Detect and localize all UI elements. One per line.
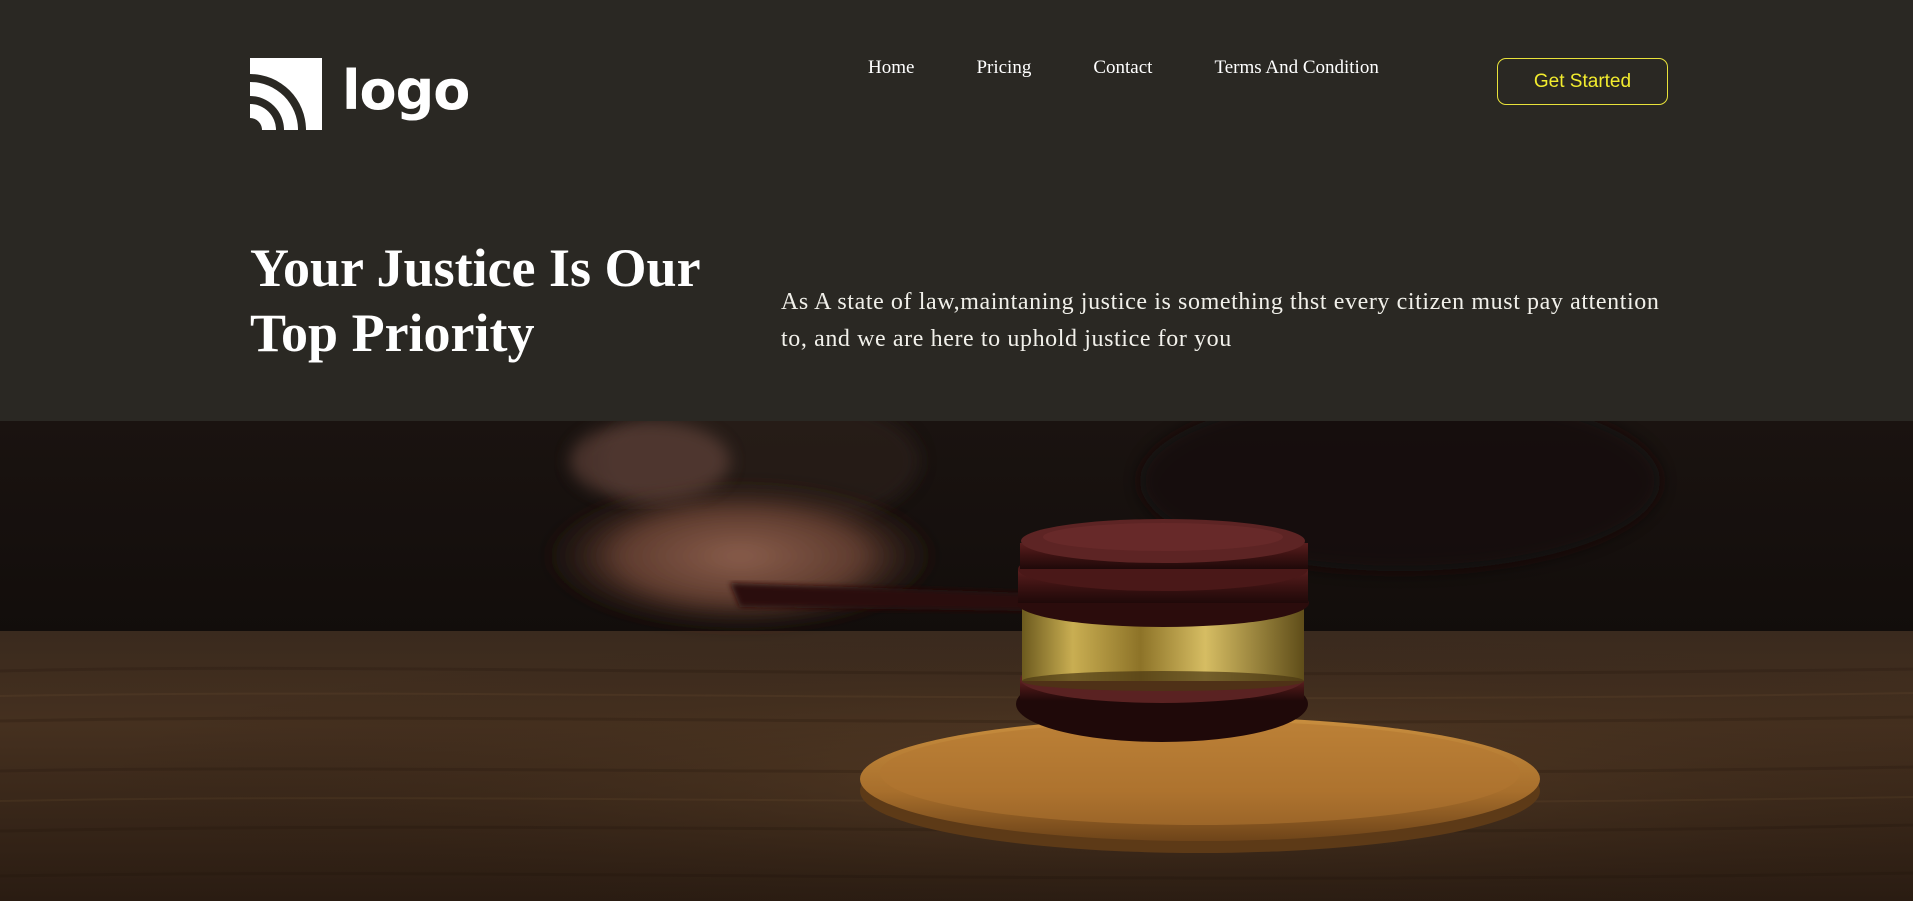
brand-logo[interactable]: logo	[250, 58, 470, 130]
logo-text: logo	[342, 59, 470, 122]
get-started-button[interactable]: Get Started	[1497, 58, 1668, 105]
gavel-illustration	[0, 421, 1913, 901]
hero-gavel-image	[0, 421, 1913, 901]
main-nav: Home Pricing Contact Terms And Condition	[868, 57, 1379, 79]
nav-terms[interactable]: Terms And Condition	[1214, 57, 1378, 79]
landing-page: logo Home Pricing Contact Terms And Cond…	[0, 0, 1913, 901]
nav-pricing[interactable]: Pricing	[976, 57, 1031, 79]
hero-title: Your Justice Is Our Top Priority	[250, 238, 700, 363]
nav-home[interactable]: Home	[868, 57, 914, 79]
hero-description: As A state of law,maintaning justice is …	[781, 289, 1660, 352]
logo-arcs-icon	[250, 58, 322, 130]
nav-contact[interactable]: Contact	[1093, 57, 1152, 79]
